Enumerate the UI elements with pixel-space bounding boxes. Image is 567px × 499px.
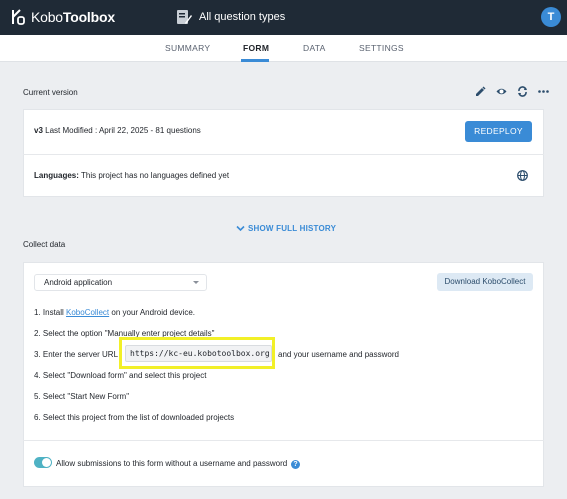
version-actions xyxy=(465,86,549,97)
step-1: 1. Install KoboCollect on your Android d… xyxy=(34,308,195,317)
chevron-down-icon xyxy=(236,225,245,232)
anonymous-submissions-label: Allow submissions to this form without a… xyxy=(56,459,288,468)
server-url-field[interactable]: https://kc-eu.kobotoolbox.org xyxy=(125,345,272,362)
top-bar: KoboToolbox All question types T xyxy=(0,0,567,35)
toggle-knob xyxy=(42,458,51,467)
last-modified-text: Last Modified : April 22, 2025 - 81 ques… xyxy=(45,126,201,135)
languages-label: Languages: xyxy=(34,171,79,180)
tab-settings[interactable]: SETTINGS xyxy=(359,43,404,53)
languages-row: Languages: This project has no languages… xyxy=(34,171,229,180)
kobotoolbox-logo[interactable]: KoboToolbox xyxy=(11,9,115,25)
step-4: 4. Select "Download form" and select thi… xyxy=(34,371,207,380)
collect-divider xyxy=(23,440,544,441)
active-tab-indicator xyxy=(241,59,269,62)
show-full-history-link[interactable]: SHOW FULL HISTORY xyxy=(236,224,336,233)
languages-text: This project has no languages defined ye… xyxy=(80,171,230,180)
edit-icon[interactable] xyxy=(475,86,486,97)
kobocollect-link[interactable]: KoboCollect xyxy=(66,308,109,317)
step-5: 5. Select "Start New Form" xyxy=(34,392,130,401)
anonymous-submissions-toggle[interactable] xyxy=(34,457,52,468)
kobo-logo-icon xyxy=(12,9,25,25)
preview-eye-icon[interactable] xyxy=(496,86,507,97)
version-divider xyxy=(23,154,544,155)
collection-method-select[interactable]: Android application xyxy=(34,274,207,291)
version-number: v3 xyxy=(34,126,43,135)
tab-form[interactable]: FORM xyxy=(243,43,269,53)
version-info: v3 Last Modified : April 22, 2025 - 81 q… xyxy=(34,126,201,135)
download-kobocollect-button[interactable]: Download KoboCollect xyxy=(437,273,533,291)
project-title: All question types xyxy=(199,11,286,23)
logo-text: KoboToolbox xyxy=(31,9,115,25)
replace-form-icon[interactable] xyxy=(517,86,528,97)
globe-icon[interactable] xyxy=(517,170,528,181)
project-header: All question types xyxy=(176,8,285,26)
step-3: 3. Enter the server URL xyxy=(34,350,119,359)
tab-summary[interactable]: SUMMARY xyxy=(165,43,210,53)
project-tabs: SUMMARY FORM DATA SETTINGS xyxy=(0,35,567,62)
form-edit-icon xyxy=(177,10,192,24)
current-version-heading: Current version xyxy=(23,88,78,97)
user-avatar[interactable]: T xyxy=(541,7,561,27)
selected-method: Android application xyxy=(44,278,113,287)
dropdown-caret-icon xyxy=(193,281,199,284)
more-options-icon[interactable] xyxy=(538,86,549,97)
step-6: 6. Select this project from the list of … xyxy=(34,413,235,422)
help-icon[interactable]: ? xyxy=(291,460,300,469)
tab-data[interactable]: DATA xyxy=(303,43,326,53)
history-label: SHOW FULL HISTORY xyxy=(248,224,337,233)
collect-data-heading: Collect data xyxy=(23,240,66,249)
step-3-suffix: and your username and password xyxy=(278,350,399,359)
redeploy-button[interactable]: REDEPLOY xyxy=(465,121,532,142)
